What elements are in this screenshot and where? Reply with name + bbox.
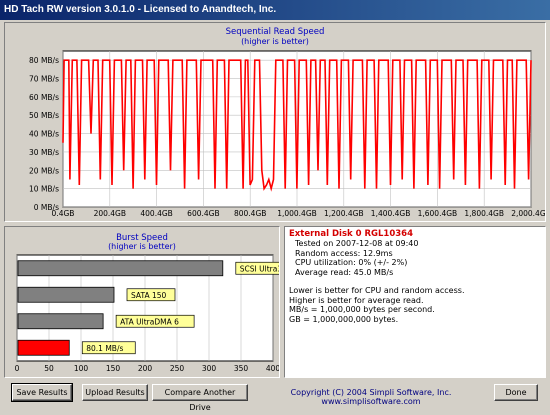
x-tick-label: 1,400.4GB [371,209,411,218]
x-tick-label: 1,200.4GB [324,209,364,218]
sequential-read-chart: Sequential Read Speed (higher is better)… [29,27,550,218]
burst-x-tick-label: 350 [234,364,249,373]
x-tick-label: 1,800.4GB [464,209,504,218]
sequential-read-panel: Sequential Read Speed (higher is better)… [4,22,550,222]
tested-date: Tested on 2007-12-08 at 09:40 [295,239,419,248]
y-tick-label: 30 MB/s [29,148,59,157]
y-tick-label: 20 MB/s [29,166,59,175]
x-tick-label: 600.4GB [187,209,219,218]
y-tick-label: 70 MB/s [29,75,59,84]
disk-name: External Disk 0 RGL10364 [289,229,413,239]
x-tick-label: 800.4GB [234,209,266,218]
burst-x-tick-label: 150 [106,364,121,373]
y-tick-label: 50 MB/s [29,111,59,120]
random-access: Random access: 12.9ms [295,248,393,258]
y-tick-label: 80 MB/s [29,56,59,65]
sequential-chart-title: Sequential Read Speed [226,27,325,37]
burst-bar [17,313,104,330]
x-tick-label: 400.4GB [140,209,172,218]
burst-x-tick-label: 300 [202,364,217,373]
x-tick-label: 1,000.4GB [277,209,317,218]
burst-bar [17,286,115,303]
window-title: HD Tach RW version 3.0.1.0 - Licensed to… [0,0,550,20]
burst-chart-subtitle: (higher is better) [108,242,176,251]
y-tick-label: 40 MB/s [29,130,59,139]
burst-bar-label: ATA UltraDMA 6 [120,317,179,326]
y-tick-label: 60 MB/s [29,93,59,102]
save-results-button[interactable]: Save Results [11,383,73,402]
x-tick-label: 1,600.4GB [418,209,458,218]
cpu-utilization: CPU utilization: 0% (+/- 2%) [295,258,408,267]
note-line: GB = 1,000,000,000 bytes. [289,314,399,324]
burst-x-tick-label: 0 [15,364,20,373]
done-button[interactable]: Done [494,384,538,401]
burst-bar [17,260,224,277]
x-tick-label: 200.4GB [94,209,126,218]
note-line: Lower is better for CPU and random acces… [289,286,465,295]
x-tick-label: 0.4GB [52,209,75,218]
burst-speed-chart: Burst Speed (higher is better) SCSI Ultr… [15,233,310,373]
y-tick-label: 10 MB/s [29,185,59,194]
burst-x-tick-label: 200 [138,364,153,373]
burst-speed-panel: Burst Speed (higher is better) SCSI Ultr… [4,226,310,378]
burst-bar-label: SCSI Ultra320 [240,264,279,273]
burst-bar-label: 80.1 MB/s [86,344,123,353]
compare-another-drive-button[interactable]: Compare Another Drive [152,384,248,412]
average-read: Average read: 45.0 MB/s [295,267,394,277]
burst-x-tick-label: 250 [170,364,185,373]
burst-x-tick-label: 50 [44,364,54,373]
note-line: Higher is better for average read. [289,295,424,305]
burst-bar [17,339,70,356]
burst-x-tick-label: 100 [74,364,89,373]
burst-x-tick-label: 400 [266,364,279,373]
burst-bar-label: SATA 150 [131,291,167,300]
results-info-panel: External Disk 0 RGL10364 Tested on 2007-… [284,226,546,378]
upload-results-button[interactable]: Upload Results [82,384,148,401]
copyright-link[interactable]: Copyright (C) 2004 Simpli Software, Inc.… [252,388,490,406]
x-tick-label: 2,000.4GB [511,209,545,218]
sequential-chart-subtitle: (higher is better) [241,37,309,46]
note-line: MB/s = 1,000,000 bytes per second. [289,305,435,314]
